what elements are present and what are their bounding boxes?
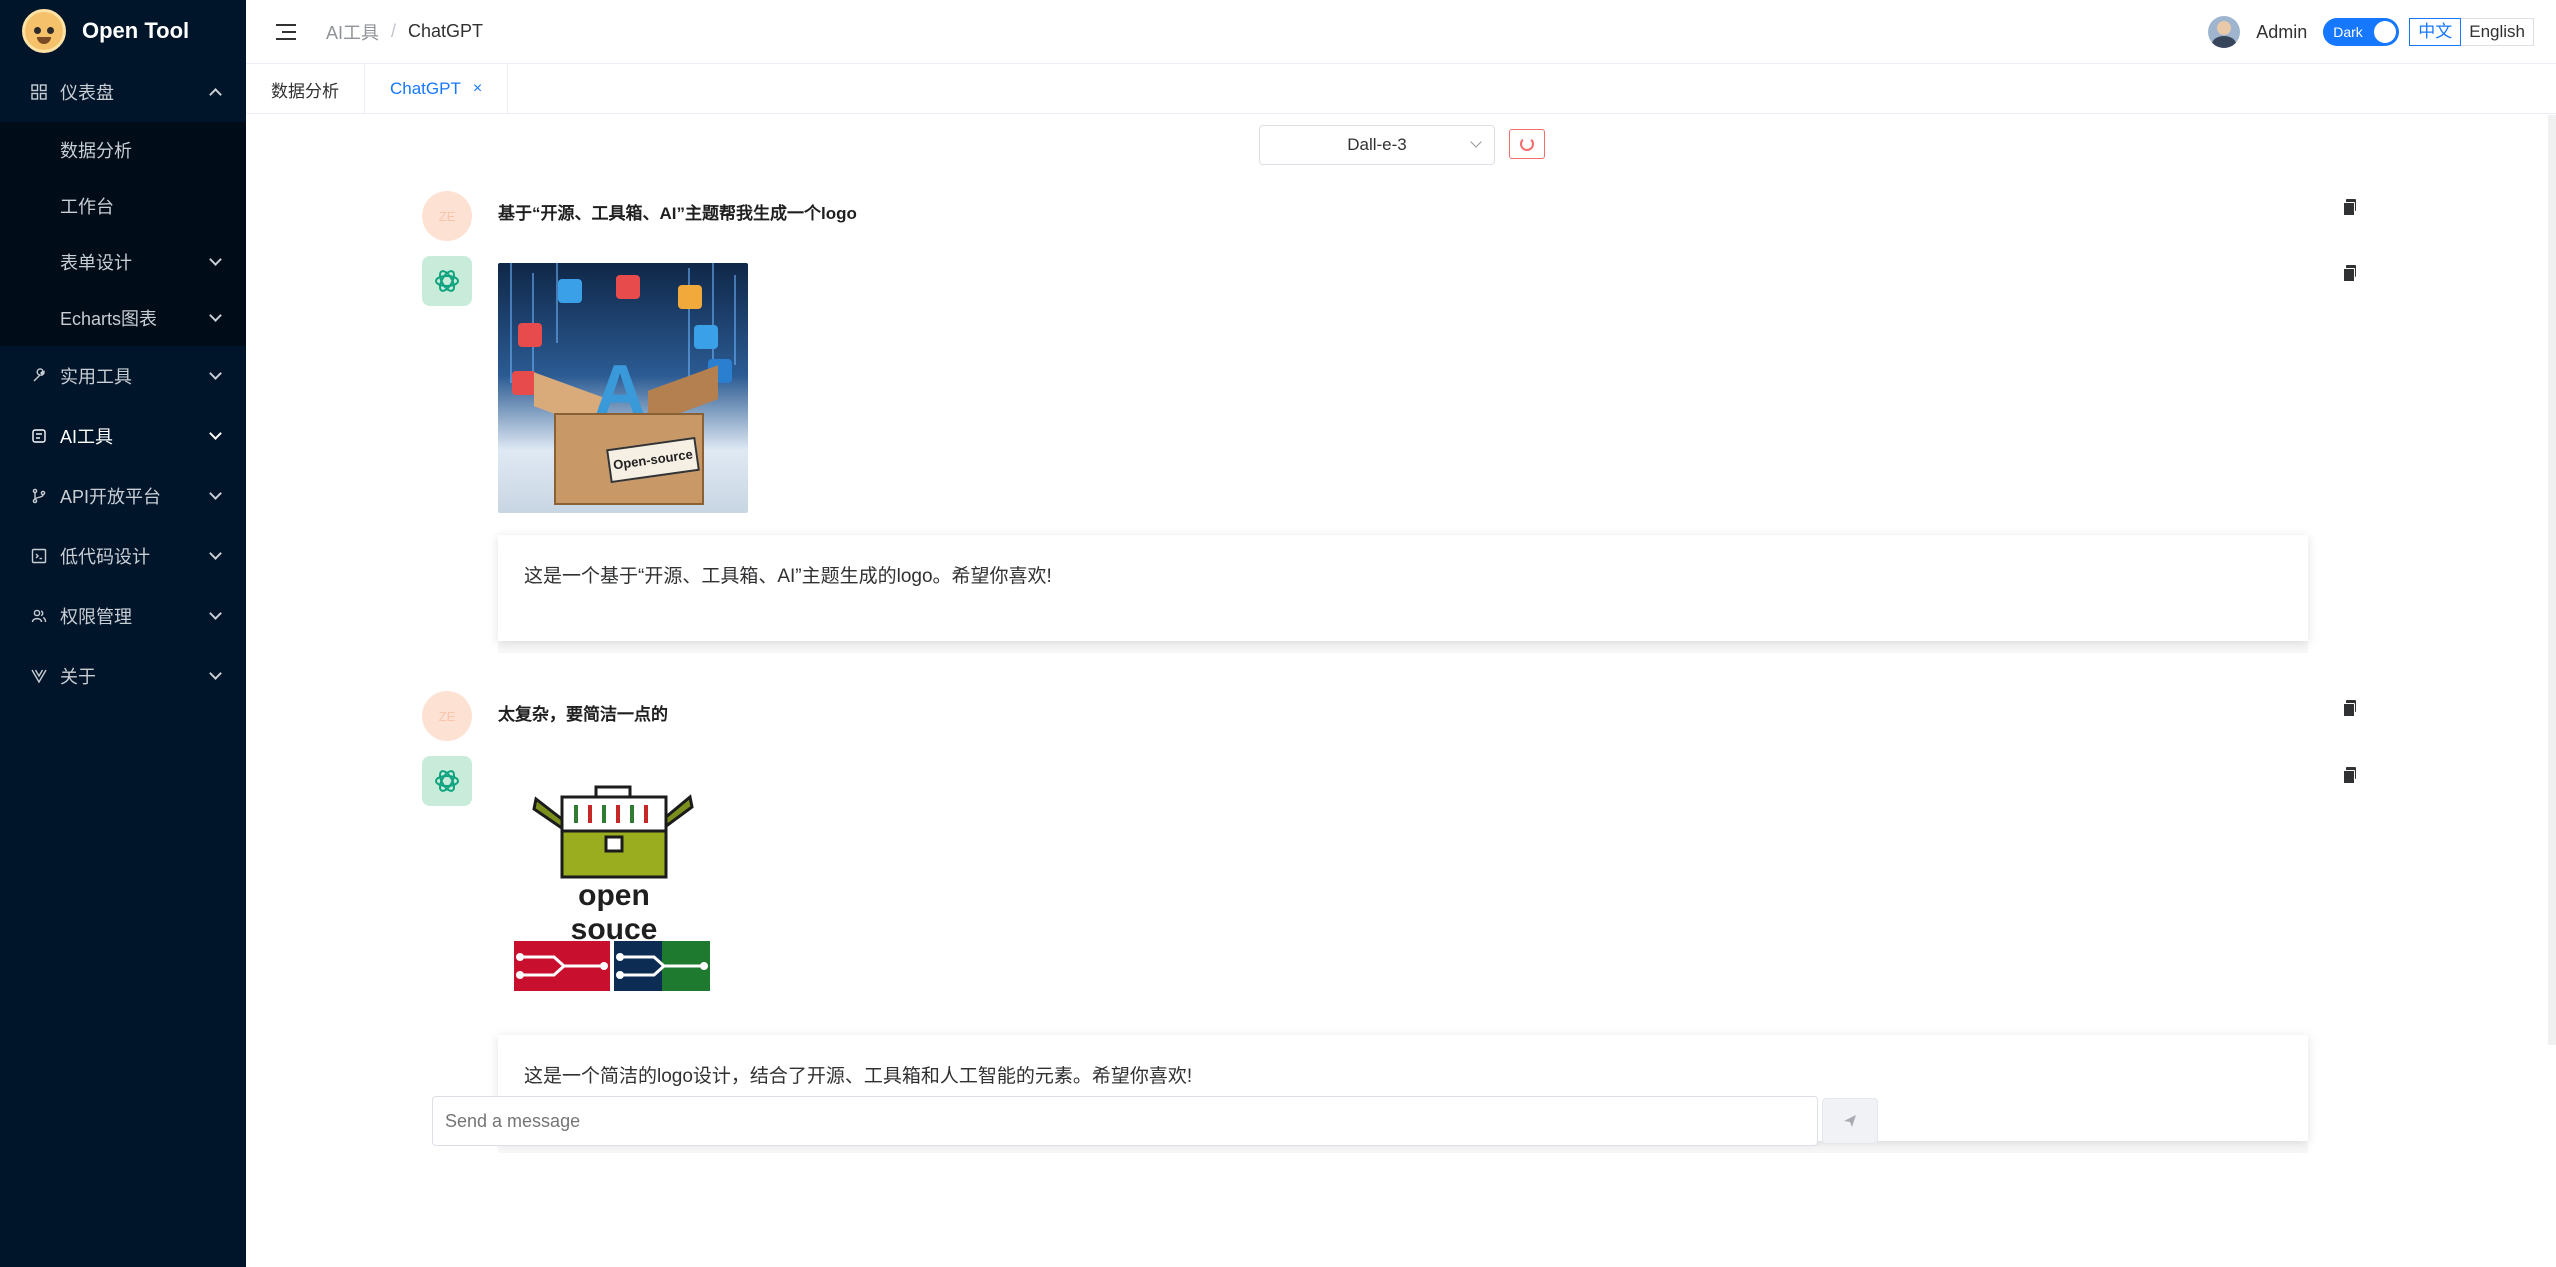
card-footer-strip (498, 641, 2308, 653)
model-select-value: Dall-e-3 (1347, 135, 1407, 154)
dark-mode-toggle[interactable]: Dark (2323, 18, 2400, 46)
sidebar-item-label: AI工具 (60, 427, 114, 447)
openai-logo-icon (435, 270, 459, 292)
chevron-down-icon (209, 427, 222, 440)
sidebar-item-label: 数据分析 (60, 141, 132, 161)
sidebar-item-utilities[interactable]: 实用工具 (0, 346, 246, 406)
sidebar-item-echarts[interactable]: Echarts图表 (0, 290, 246, 346)
sidebar-item-about[interactable]: 关于 (0, 646, 246, 706)
refresh-icon (1520, 137, 1534, 151)
copy-icon[interactable] (2343, 199, 2357, 216)
chevron-down-icon (209, 487, 222, 500)
chevron-down-icon (209, 309, 222, 322)
circuit-decoration (514, 941, 710, 991)
tab-data-analysis[interactable]: 数据分析 (246, 64, 365, 114)
app-icon-chip (558, 279, 582, 303)
sidebar: Open Tool 仪表盘 数据分析 工作台 表单设计 Echarts图表 实用… (0, 0, 246, 1267)
sidebar-item-permissions[interactable]: 权限管理 (0, 586, 246, 646)
grid-icon (30, 83, 48, 101)
breadcrumb-item-ai-tools[interactable]: AI工具 (326, 19, 379, 45)
image-label-text: open souce (570, 879, 658, 946)
chevron-down-icon (209, 547, 222, 560)
tab-bar: 数据分析 ChatGPT × (246, 64, 2556, 114)
app-logo-icon (22, 9, 66, 53)
app-icon-chip (518, 323, 542, 347)
openai-logo-icon (435, 770, 459, 792)
app-icon-chip (616, 275, 640, 299)
chevron-down-icon (209, 253, 222, 266)
close-icon[interactable]: × (473, 80, 482, 98)
send-icon (1844, 1115, 1856, 1127)
gpt-avatar (422, 756, 472, 806)
app-icon-chip (678, 285, 702, 309)
sidebar-item-label: 权限管理 (60, 607, 132, 627)
topbar: AI工具 / ChatGPT Admin Dark 中文 English (246, 0, 2556, 64)
tab-label: 数据分析 (271, 81, 339, 101)
app-icon-chip (694, 325, 718, 349)
app-title: Open Tool (82, 18, 190, 43)
code-icon (30, 547, 48, 565)
message-input[interactable] (432, 1096, 1818, 1146)
lang-zh-button[interactable]: 中文 (2409, 18, 2462, 46)
sidebar-item-label: 仪表盘 (60, 83, 114, 103)
sidebar-item-label: 关于 (60, 667, 96, 687)
branch-icon (30, 487, 48, 505)
sidebar-item-form-design[interactable]: 表单设计 (0, 234, 246, 290)
ai-icon (30, 427, 48, 445)
sidebar-item-dashboard[interactable]: 仪表盘 (0, 62, 246, 122)
breadcrumb-item-chatgpt: ChatGPT (408, 21, 484, 41)
gpt-avatar (422, 256, 472, 306)
app-logo-row[interactable]: Open Tool (0, 0, 246, 62)
dark-mode-label: Dark (2333, 24, 2363, 40)
copy-icon[interactable] (2343, 767, 2357, 784)
generated-image-2[interactable]: open souce (514, 779, 714, 1011)
user-avatar: ZE (422, 191, 472, 241)
generated-image-1[interactable]: A Open-source (498, 263, 748, 513)
send-button[interactable] (1822, 1098, 1878, 1144)
app-icon-chip (512, 371, 536, 395)
vue-icon (30, 667, 48, 685)
chevron-down-icon (209, 667, 222, 680)
breadcrumb: AI工具 / ChatGPT (326, 19, 483, 45)
header-actions: Admin Dark 中文 English (2208, 0, 2534, 64)
breadcrumb-separator: / (391, 21, 397, 41)
tab-label: ChatGPT (390, 79, 461, 98)
admin-name[interactable]: Admin (2256, 22, 2307, 43)
sidebar-item-label: 低代码设计 (60, 547, 150, 567)
users-icon (30, 607, 48, 625)
scrollbar[interactable] (2548, 115, 2556, 1045)
copy-icon[interactable] (2343, 700, 2357, 717)
sidebar-item-label: 实用工具 (60, 367, 132, 387)
sidebar-item-api-platform[interactable]: API开放平台 (0, 466, 246, 526)
chevron-down-icon (1470, 136, 1482, 148)
sidebar-item-workbench[interactable]: 工作台 (0, 178, 246, 234)
user-avatar: ZE (422, 691, 472, 741)
chevron-down-icon (209, 367, 222, 380)
model-select[interactable]: Dall-e-3 (1259, 125, 1495, 165)
avatar[interactable] (2208, 16, 2241, 48)
sidebar-item-ai-tools[interactable]: AI工具 (0, 406, 246, 466)
sidebar-item-label: API开放平台 (60, 487, 162, 507)
toggle-knob (2374, 21, 2397, 43)
sidebar-item-data-analysis[interactable]: 数据分析 (0, 122, 246, 178)
chat-panel: Dall-e-3 ZE 基于“开源、工具箱、AI”主题帮我生成一个logo A … (246, 115, 2556, 1267)
sidebar-item-label: 工作台 (60, 197, 114, 217)
sidebar-item-label: Echarts图表 (60, 309, 158, 329)
copy-icon[interactable] (2343, 265, 2357, 282)
tab-chatgpt[interactable]: ChatGPT × (365, 64, 509, 114)
sidebar-item-label: 表单设计 (60, 253, 132, 273)
refresh-button[interactable] (1509, 129, 1545, 159)
chevron-down-icon (209, 607, 222, 620)
user-message: 基于“开源、工具箱、AI”主题帮我生成一个logo (498, 204, 857, 223)
sidebar-item-lowcode[interactable]: 低代码设计 (0, 526, 246, 586)
wrench-icon (30, 367, 48, 385)
lang-en-button[interactable]: English (2461, 18, 2534, 46)
chevron-up-icon (209, 88, 222, 101)
collapse-menu-icon[interactable] (276, 23, 296, 40)
assistant-message: 这是一个基于“开源、工具箱、AI”主题生成的logo。希望你喜欢! (498, 535, 2308, 641)
dashboard-submenu: 数据分析 工作台 表单设计 Echarts图表 (0, 122, 246, 346)
user-message: 太复杂，要简洁一点的 (498, 705, 668, 724)
